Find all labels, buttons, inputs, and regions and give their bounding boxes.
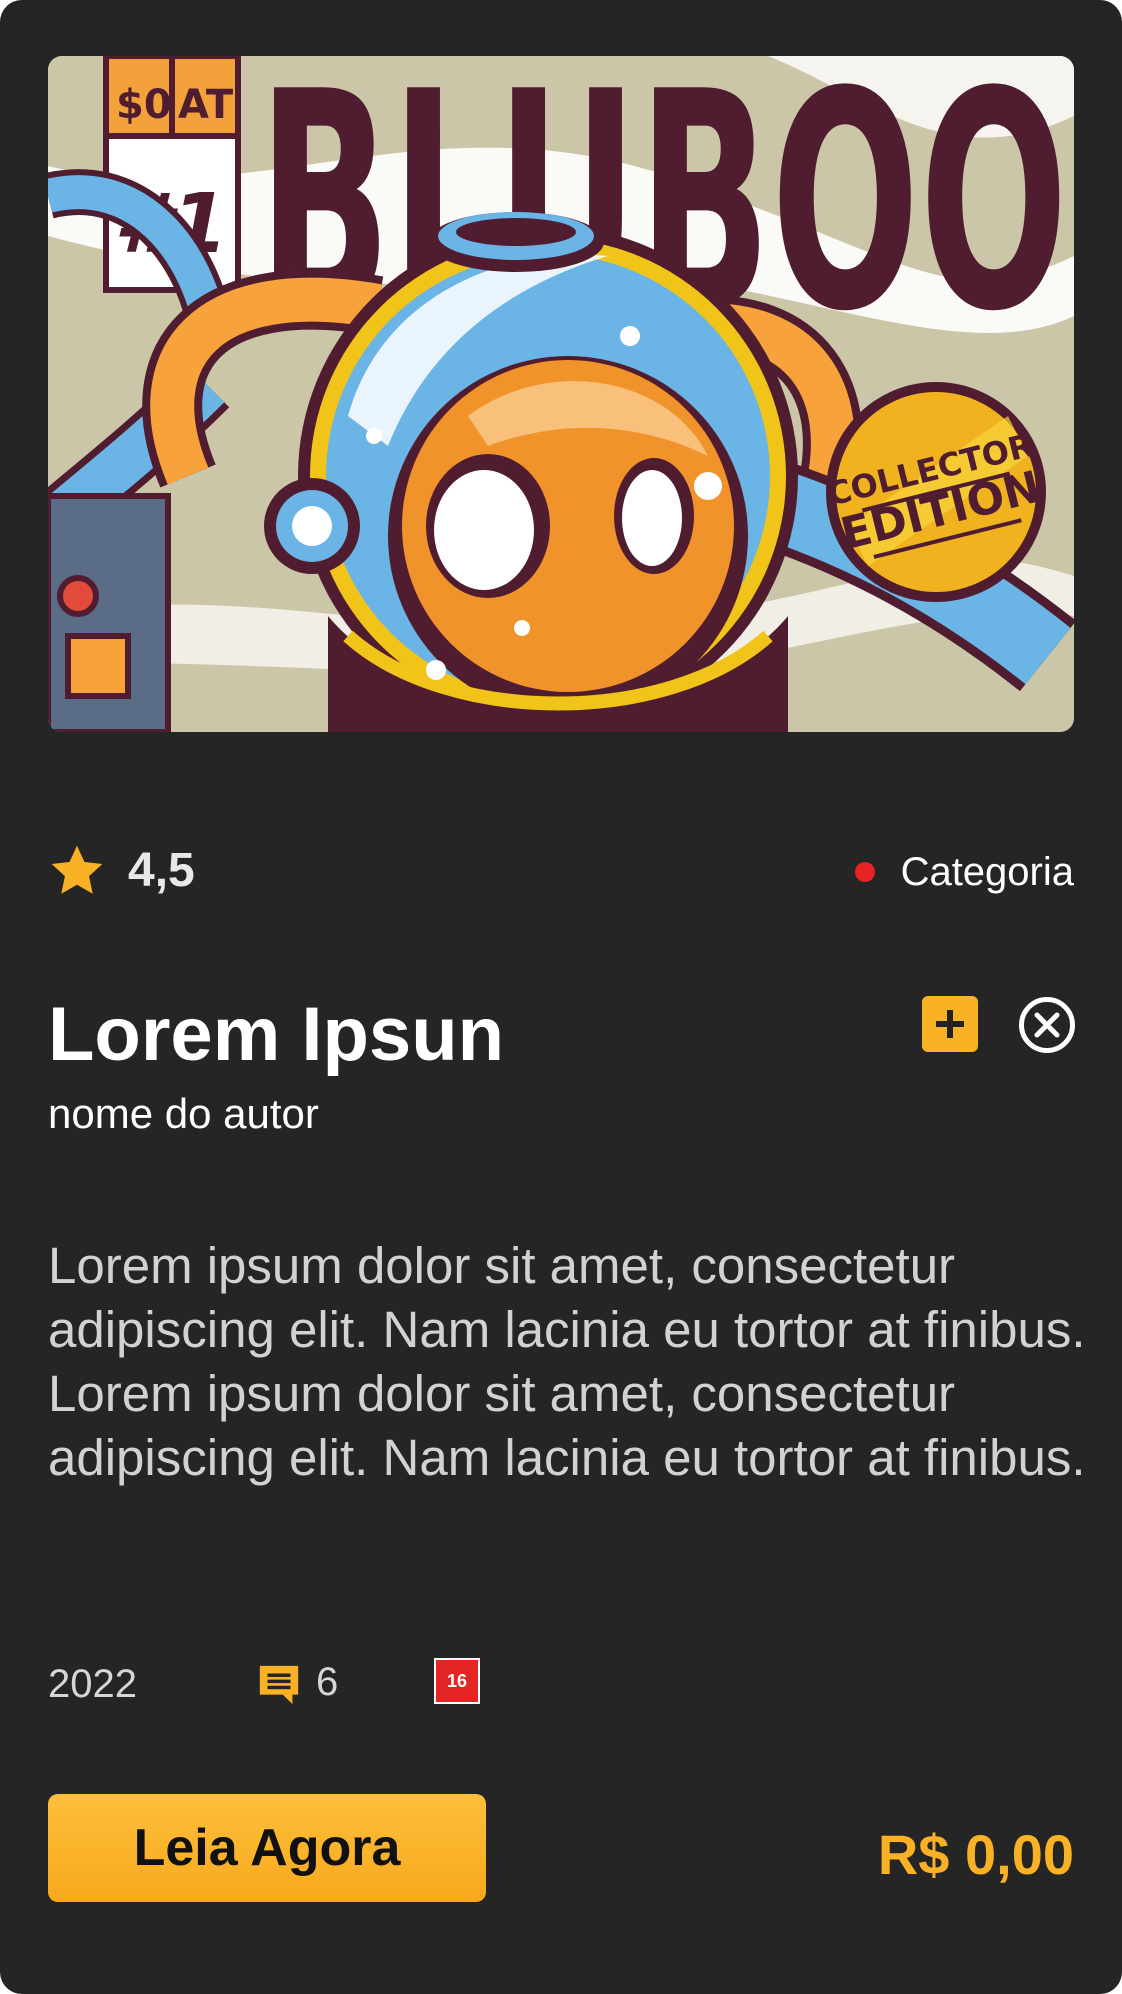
close-circle-icon <box>1019 997 1075 1053</box>
book-detail-card: BLUBOO $0 AT #1 COLLECTOR EDITION 4,5 Ca… <box>0 0 1122 1994</box>
add-button[interactable] <box>922 996 978 1052</box>
plus-icon <box>936 1010 964 1038</box>
category-tag[interactable]: Categoria <box>854 844 1074 900</box>
close-button[interactable] <box>1018 996 1076 1054</box>
book-title: Lorem Ipsun <box>48 992 505 1077</box>
rating-row: 4,5 Categoria <box>48 836 1074 906</box>
publication-year: 2022 <box>48 1662 137 1706</box>
rating-value: 4,5 <box>128 844 195 897</box>
age-rating-badge: 16 <box>434 1658 480 1704</box>
svg-text:$0: $0 <box>116 82 172 128</box>
book-cover-image: BLUBOO $0 AT #1 COLLECTOR EDITION <box>48 56 1074 732</box>
category-dot-icon <box>854 862 875 882</box>
star-icon <box>51 845 103 894</box>
price: R$ 0,00 <box>877 1823 1074 1886</box>
category-label: Categoria <box>900 850 1074 894</box>
comment-icon[interactable] <box>256 1662 302 1708</box>
svg-text:AT: AT <box>178 82 234 128</box>
comment-count: 6 <box>316 1660 339 1704</box>
book-description: Lorem ipsum dolor sit amet, consectetur … <box>48 1237 1086 1486</box>
book-author: nome do autor <box>48 1090 319 1137</box>
read-now-button[interactable]: Leia Agora <box>48 1794 486 1902</box>
